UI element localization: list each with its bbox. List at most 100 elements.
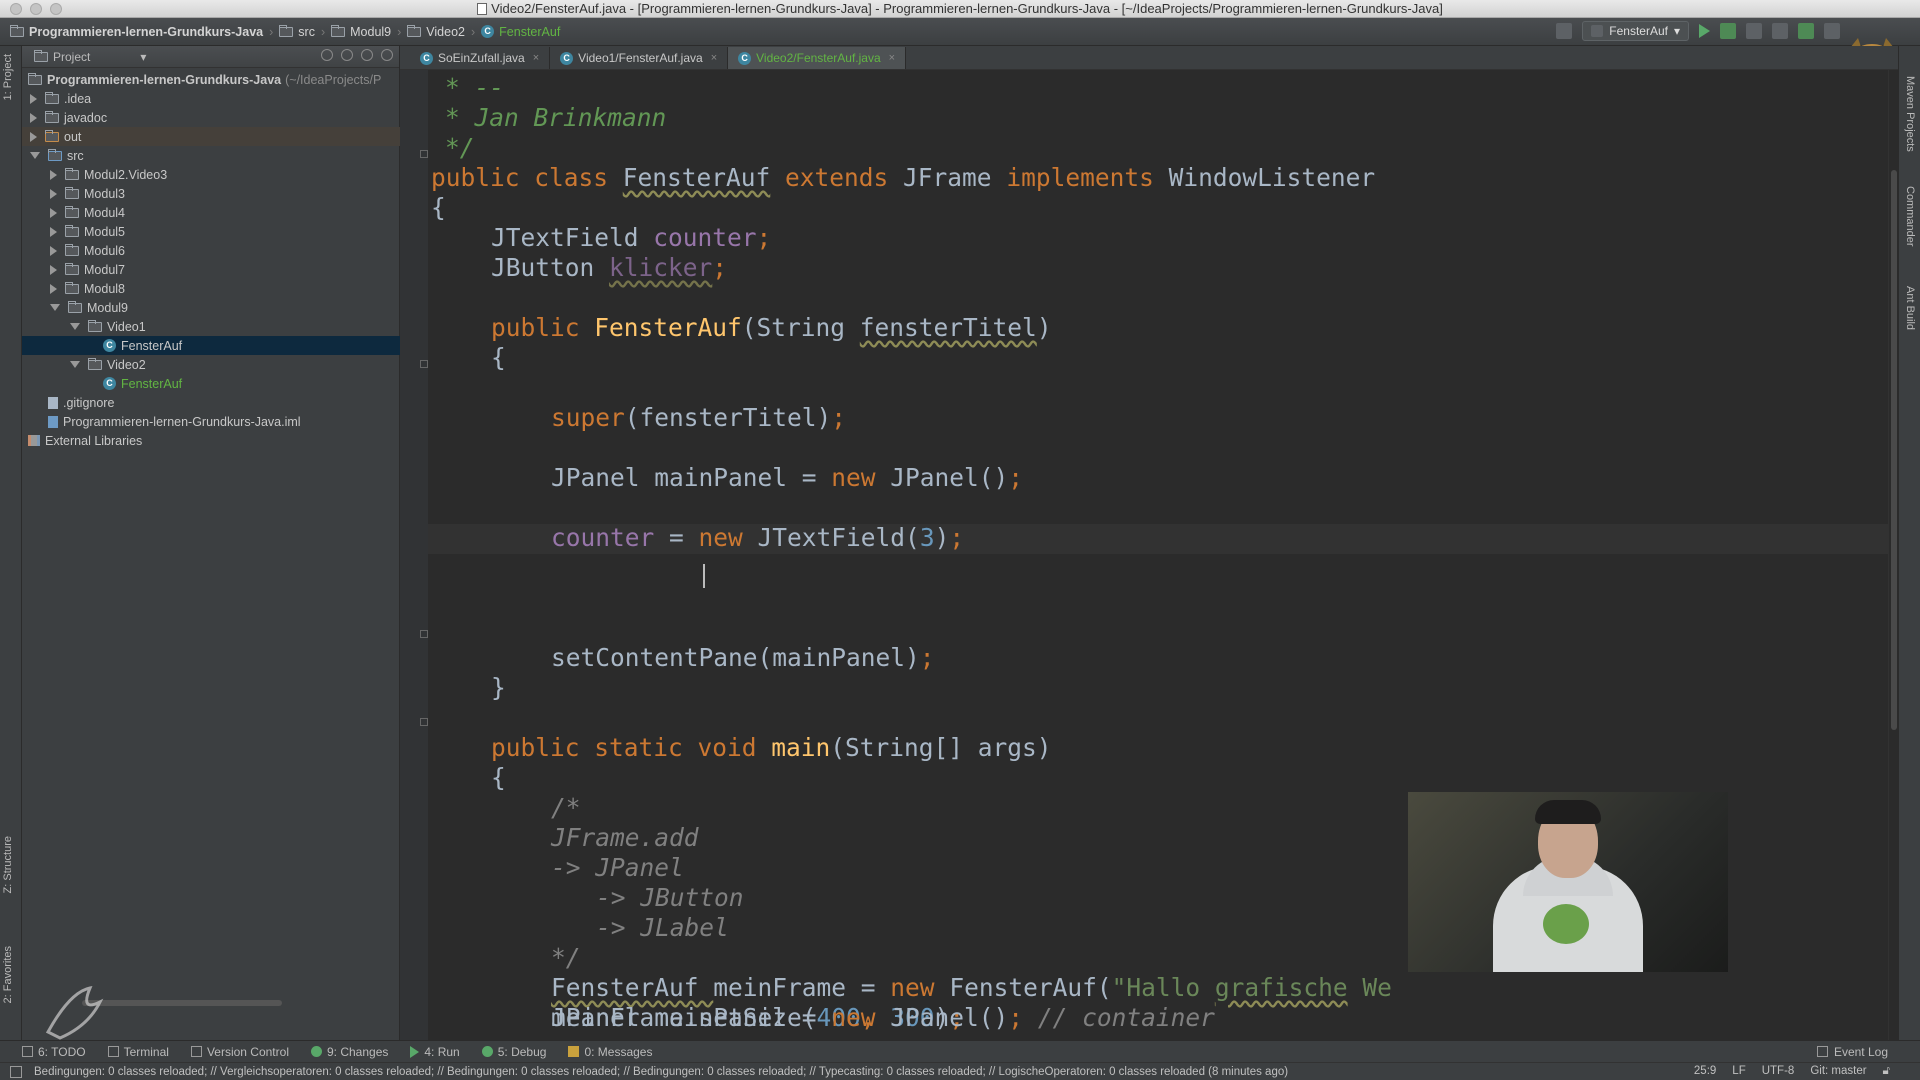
settings-icon[interactable] (1824, 23, 1840, 39)
lock-icon[interactable]: 🔓︎ (1883, 1065, 1890, 1078)
breadcrumb-fensterauf[interactable]: FensterAuf (499, 25, 560, 39)
tree-item-modul7[interactable]: Modul7 (22, 260, 400, 279)
webcam-overlay (1408, 792, 1728, 972)
package-icon (65, 224, 79, 237)
keyword: super (551, 403, 625, 432)
expand-arrow-icon[interactable] (50, 245, 57, 256)
status-toggle-icon[interactable] (10, 1066, 22, 1078)
hide-panel-icon[interactable] (381, 49, 393, 61)
tree-root[interactable]: Programmieren-lernen-Grundkurs-Java (~/I… (22, 70, 400, 89)
breadcrumb-src[interactable]: src (298, 25, 315, 39)
maven-projects-tab[interactable]: Maven Projects (1904, 76, 1916, 152)
breadcrumb-modul9[interactable]: Modul9 (350, 25, 391, 39)
build-icon[interactable] (1556, 23, 1573, 39)
expand-arrow-icon[interactable] (50, 283, 57, 294)
vcs-commit-icon[interactable] (1798, 23, 1814, 39)
commander-tab[interactable]: Commander (1904, 186, 1916, 247)
file-encoding[interactable]: UTF-8 (1762, 1065, 1795, 1078)
tree-item-modul9[interactable]: Modul9 (22, 298, 400, 317)
fold-marker-icon[interactable] (420, 630, 428, 638)
caret-position[interactable]: 25:9 (1694, 1065, 1716, 1078)
tree-item-modul5[interactable]: Modul5 (22, 222, 400, 241)
scrollbar-thumb[interactable] (1891, 170, 1897, 730)
fold-marker-icon[interactable] (420, 150, 428, 158)
debug-tool-button[interactable]: 5: Debug (481, 1045, 546, 1059)
structure-tool-tab[interactable]: Z: Structure (2, 836, 14, 893)
tree-item-modul6[interactable]: Modul6 (22, 241, 400, 260)
expand-arrow-icon[interactable] (50, 264, 57, 275)
version-control-tool-button[interactable]: Version Control (190, 1045, 289, 1059)
code-line-setcontentpane: setContentPane(mainPanel); (551, 643, 935, 673)
tree-item-video1-fensterauf[interactable]: C FensterAuf (22, 336, 400, 355)
project-tool-tab[interactable]: 1: Project (2, 54, 14, 100)
collapse-arrow-icon[interactable] (70, 323, 80, 330)
messages-tool-button[interactable]: 0: Messages (568, 1045, 652, 1059)
editor-gutter[interactable] (400, 70, 428, 1040)
collapse-arrow-icon[interactable] (30, 152, 40, 159)
tab-video2-fensterauf[interactable]: C Video2/FensterAuf.java × (728, 47, 907, 69)
expand-arrow-icon[interactable] (50, 207, 57, 218)
fold-marker-icon[interactable] (420, 360, 428, 368)
tree-item-javadoc[interactable]: javadoc (22, 108, 400, 127)
close-icon[interactable]: × (711, 52, 717, 64)
tree-item-modul4[interactable]: Modul4 (22, 203, 400, 222)
collapse-all-icon[interactable] (341, 49, 353, 61)
event-log-button[interactable]: Event Log (1816, 1045, 1888, 1059)
vcs-branch[interactable]: Git: master (1810, 1065, 1866, 1078)
tree-item-out[interactable]: out (22, 127, 400, 146)
status-message[interactable]: Bedingungen: 0 classes reloaded; // Verg… (34, 1066, 1288, 1078)
close-window-button[interactable] (10, 3, 22, 15)
mouse-ibeam-cursor (703, 564, 705, 588)
ant-build-tab[interactable]: Ant Build (1904, 286, 1916, 330)
code-token: JPanel() (890, 1003, 1009, 1032)
tree-item-video1[interactable]: Video1 (22, 317, 400, 336)
tree-item-iml[interactable]: Programmieren-lernen-Grundkurs-Java.iml (22, 412, 400, 431)
tree-item-idea[interactable]: .idea (22, 89, 400, 108)
vcs-update-icon[interactable] (1772, 23, 1788, 39)
tree-item-modul8[interactable]: Modul8 (22, 279, 400, 298)
code-comment-line: JFrame.add (551, 823, 699, 852)
close-icon[interactable]: × (533, 52, 539, 64)
changes-tool-button[interactable]: 9: Changes (310, 1045, 388, 1059)
collapse-arrow-icon[interactable] (70, 361, 80, 368)
expand-arrow-icon[interactable] (30, 93, 37, 104)
expand-arrow-icon[interactable] (50, 188, 57, 199)
tree-item-modul3[interactable]: Modul3 (22, 184, 400, 203)
navigation-bar: Programmieren-lernen-Grundkurs-Java › sr… (0, 18, 1920, 88)
editor-vertical-scrollbar[interactable] (1888, 70, 1898, 1040)
coverage-icon[interactable] (1746, 23, 1762, 39)
code-token: = (846, 973, 891, 1002)
favorites-tool-tab[interactable]: 2: Favorites (2, 946, 14, 1003)
tree-item-modul2-video3[interactable]: Modul2.Video3 (22, 165, 400, 184)
close-icon[interactable]: × (889, 52, 895, 64)
zoom-window-button[interactable] (50, 3, 62, 15)
collapse-arrow-icon[interactable] (50, 304, 60, 311)
code-token: ) (934, 523, 950, 552)
run-tool-button[interactable]: 4: Run (410, 1045, 460, 1059)
run-icon[interactable] (1699, 24, 1710, 38)
code-comment: // container (1037, 1003, 1215, 1032)
project-view-select[interactable]: Project (53, 50, 90, 64)
expand-arrow-icon[interactable] (50, 169, 57, 180)
tree-item-video2[interactable]: Video2 (22, 355, 400, 374)
breadcrumb-video2[interactable]: Video2 (426, 25, 465, 39)
tree-item-gitignore[interactable]: .gitignore (22, 393, 400, 412)
expand-arrow-icon[interactable] (30, 131, 37, 142)
terminal-tool-button[interactable]: Terminal (107, 1045, 169, 1059)
debug-icon[interactable] (1720, 23, 1736, 39)
expand-arrow-icon[interactable] (30, 112, 37, 123)
tab-video1-fensterauf[interactable]: C Video1/FensterAuf.java × (550, 47, 729, 69)
minimize-window-button[interactable] (30, 3, 42, 15)
tab-soeinzufall[interactable]: C SoEinZufall.java × (410, 47, 551, 69)
todo-tool-button[interactable]: 6: TODO (22, 1045, 86, 1059)
run-configuration-select[interactable]: FensterAuf ▾ (1582, 21, 1689, 41)
tree-item-video2-fensterauf[interactable]: C FensterAuf (22, 374, 400, 393)
scroll-from-source-icon[interactable] (321, 49, 333, 61)
gear-icon[interactable] (361, 49, 373, 61)
fold-marker-icon[interactable] (420, 718, 428, 726)
expand-arrow-icon[interactable] (50, 226, 57, 237)
line-separator[interactable]: LF (1732, 1065, 1745, 1078)
tree-item-external-libraries[interactable]: External Libraries (22, 431, 400, 450)
breadcrumb-project[interactable]: Programmieren-lernen-Grundkurs-Java (29, 25, 263, 39)
tree-item-src[interactable]: src (22, 146, 400, 165)
